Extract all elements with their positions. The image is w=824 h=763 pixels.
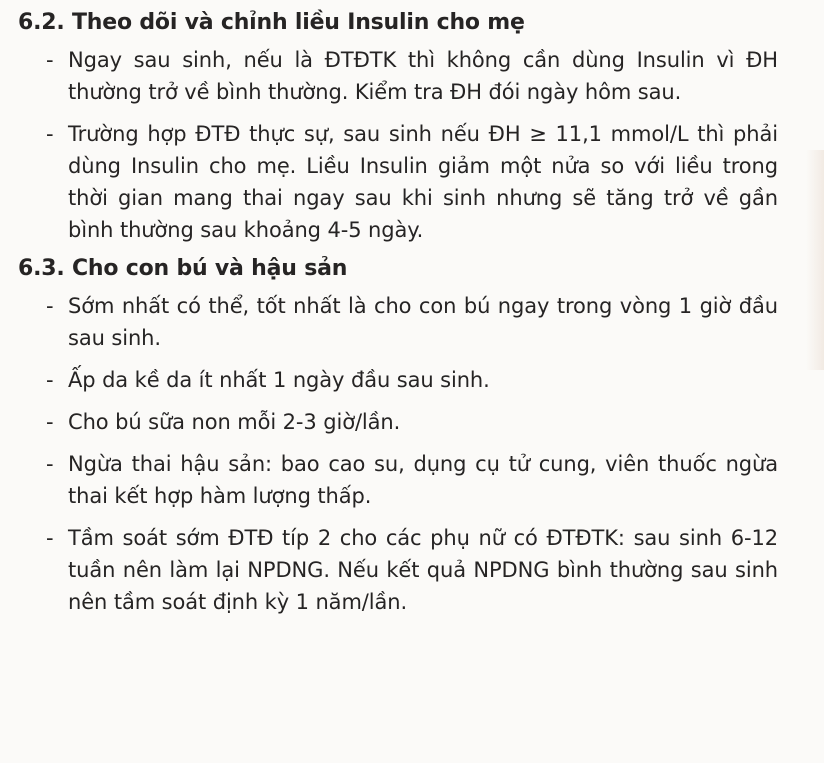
bullet-dash: - <box>46 294 54 318</box>
section-heading-6-2: 6.2. Theo dõi và chỉnh liều Insulin cho … <box>18 10 525 35</box>
list-item-text: Ngay sau sinh, nếu là ĐTĐTK thì không cầ… <box>68 48 778 104</box>
list-item: - Ngay sau sinh, nếu là ĐTĐTK thì không … <box>18 44 778 108</box>
list-item: - Sớm nhất có thể, tốt nhất là cho con b… <box>18 290 778 354</box>
bullet-dash: - <box>46 452 54 476</box>
list-item-text: Ấp da kề da ít nhất 1 ngày đầu sau sinh. <box>68 368 490 392</box>
list-item-text: Ngừa thai hậu sản: bao cao su, dụng cụ t… <box>68 452 778 508</box>
bullet-dash: - <box>46 526 54 550</box>
list-item: - Cho bú sữa non mỗi 2-3 giờ/lần. <box>18 406 778 438</box>
list-item-text: Tầm soát sớm ĐTĐ típ 2 cho các phụ nữ có… <box>68 526 778 614</box>
list-item-text: Trường hợp ĐTĐ thực sự, sau sinh nếu ĐH … <box>68 122 778 242</box>
list-item-text: Sớm nhất có thể, tốt nhất là cho con bú … <box>68 294 778 350</box>
bullet-dash: - <box>46 48 54 72</box>
list-item: - Ấp da kề da ít nhất 1 ngày đầu sau sin… <box>18 364 778 396</box>
section-6-2-list: - Ngay sau sinh, nếu là ĐTĐTK thì không … <box>18 44 778 246</box>
bullet-dash: - <box>46 122 54 146</box>
list-item: - Tầm soát sớm ĐTĐ típ 2 cho các phụ nữ … <box>18 522 778 618</box>
bullet-dash: - <box>46 368 54 392</box>
list-item: - Ngừa thai hậu sản: bao cao su, dụng cụ… <box>18 448 778 512</box>
bullet-dash: - <box>46 410 54 434</box>
document-page: 6.2. Theo dõi và chỉnh liều Insulin cho … <box>0 0 824 763</box>
list-item: - Trường hợp ĐTĐ thực sự, sau sinh nếu Đ… <box>18 118 778 246</box>
list-item-text: Cho bú sữa non mỗi 2-3 giờ/lần. <box>68 410 401 434</box>
section-heading-6-3: 6.3. Cho con bú và hậu sản <box>18 256 348 281</box>
section-6-3-list: - Sớm nhất có thể, tốt nhất là cho con b… <box>18 290 778 618</box>
page-edge-shade <box>806 150 824 370</box>
